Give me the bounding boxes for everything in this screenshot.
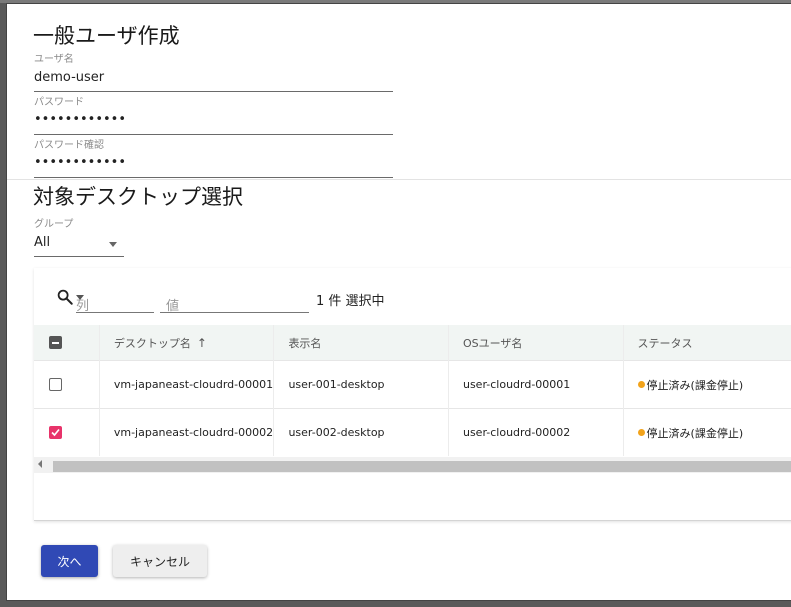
selection-count: 1 件 選択中 <box>316 294 385 309</box>
filter-column-select[interactable]: 列 <box>76 290 154 314</box>
cell-display-name: user-002-desktop <box>273 408 449 456</box>
status-text: 停止済み(課金停止) <box>646 426 744 440</box>
filter-value-input[interactable]: 値 <box>160 290 309 314</box>
header-select-all[interactable] <box>34 325 100 361</box>
sort-ascending-icon[interactable]: ↑ <box>197 336 207 350</box>
username-underline <box>34 91 393 92</box>
dialog-title: 一般ユーザ作成 <box>33 24 180 48</box>
column-header-status[interactable]: ステータス <box>623 325 791 361</box>
select-all-checkbox[interactable] <box>49 336 62 349</box>
cell-desktop-name: vm-japaneast-cloudrd-00001 <box>99 360 275 409</box>
password-label: パスワード <box>34 97 84 108</box>
password-underline <box>34 134 393 135</box>
cell-desktop-name: vm-japaneast-cloudrd-00002 <box>99 408 275 456</box>
section-divider <box>7 179 791 180</box>
create-user-dialog: 一般ユーザ作成 ユーザ名 demo-user パスワード •••••••••••… <box>6 3 791 601</box>
table-row[interactable]: vm-japaneast-cloudrd-00001 user-001-desk… <box>34 360 791 409</box>
scroll-left-icon[interactable] <box>38 460 42 468</box>
username-label: ユーザ名 <box>34 54 74 65</box>
password-confirm-underline <box>34 177 393 178</box>
chevron-down-icon <box>109 242 117 247</box>
desktop-section-title: 対象デスクトップ選択 <box>33 185 243 209</box>
column-header-display-name[interactable]: 表示名 <box>273 325 449 361</box>
cell-status: 停止済み(課金停止) <box>623 408 791 456</box>
group-select[interactable]: All <box>34 234 124 257</box>
desktop-table-panel: 列 値 1 件 選択中 デスクトップ名 ↑ 表示名 OSユーザ名 ステータス v… <box>34 268 791 521</box>
password-confirm-label: パスワード確認 <box>34 140 104 151</box>
chevron-down-icon <box>76 295 84 300</box>
cell-os-user: user-cloudrd-00001 <box>448 360 624 409</box>
cell-os-user: user-cloudrd-00002 <box>448 408 624 456</box>
cancel-button[interactable]: キャンセル <box>113 545 207 577</box>
row-checkbox[interactable] <box>49 378 62 391</box>
status-text: 停止済み(課金停止) <box>646 378 744 392</box>
desktop-table: デスクトップ名 ↑ 表示名 OSユーザ名 ステータス vm-japaneast-c… <box>34 325 791 456</box>
column-header-os-user[interactable]: OSユーザ名 <box>448 325 624 361</box>
password-input[interactable]: •••••••••••• <box>34 112 126 127</box>
password-confirm-input[interactable]: •••••••••••• <box>34 155 126 170</box>
cell-display-name: user-001-desktop <box>273 360 449 409</box>
table-header-row: デスクトップ名 ↑ 表示名 OSユーザ名 ステータス <box>34 325 791 361</box>
status-dot-icon <box>637 428 645 436</box>
cell-status: 停止済み(課金停止) <box>623 360 791 409</box>
column-header-desktop-name[interactable]: デスクトップ名 ↑ <box>99 325 275 361</box>
check-icon <box>51 428 60 437</box>
filter-value-placeholder: 値 <box>166 299 180 314</box>
status-dot-icon <box>637 380 645 388</box>
next-button[interactable]: 次へ <box>41 545 98 577</box>
column-desktop-name-label: デスクトップ名 <box>113 336 191 350</box>
row-checkbox-cell[interactable] <box>34 360 100 409</box>
row-checkbox-cell[interactable] <box>34 408 100 456</box>
search-icon <box>57 289 73 305</box>
table-row[interactable]: vm-japaneast-cloudrd-00002 user-002-desk… <box>34 408 791 456</box>
group-select-value: All <box>34 235 51 250</box>
username-input[interactable]: demo-user <box>34 70 104 85</box>
group-label: グループ <box>34 219 74 230</box>
row-checkbox[interactable] <box>49 426 62 439</box>
scrollbar-thumb[interactable] <box>53 461 791 472</box>
horizontal-scrollbar[interactable] <box>34 457 791 473</box>
